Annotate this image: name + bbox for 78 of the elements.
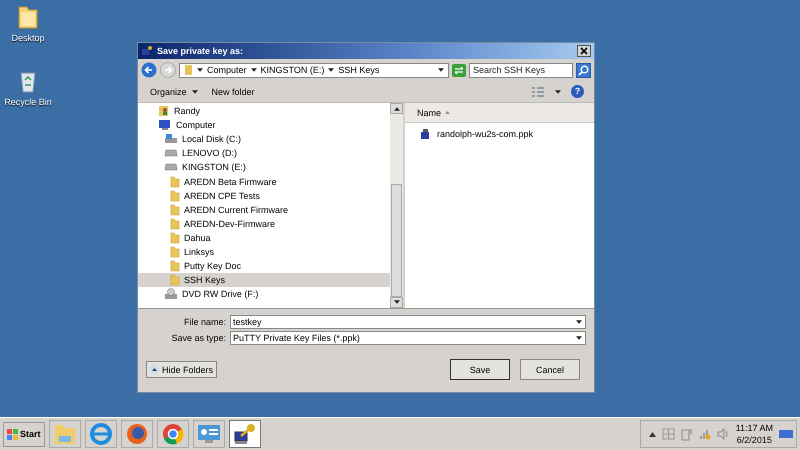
drive-icon <box>164 163 178 172</box>
volume-icon[interactable] <box>716 428 730 440</box>
windows-logo-icon <box>7 428 18 440</box>
caret-icon <box>192 90 198 94</box>
key-computer-icon <box>232 422 258 446</box>
tree-item[interactable]: KINGSTON (E:) <box>138 160 390 174</box>
caret-icon[interactable] <box>197 68 203 72</box>
file-item[interactable]: randolph-wu2s-com.ppk <box>405 123 594 145</box>
browser-e-icon <box>88 422 114 446</box>
tree-item[interactable]: Local Disk (C:) <box>138 132 390 146</box>
folder-icon <box>170 260 180 272</box>
key-file-icon <box>420 128 432 140</box>
desktop-icon-label[interactable]: Desktop <box>11 33 45 43</box>
back-icon[interactable] <box>141 62 157 78</box>
tree-item[interactable]: AREDN CPE Tests <box>138 188 390 203</box>
caret-icon[interactable] <box>250 68 257 72</box>
toolbar-button[interactable]: Organize <box>148 84 200 98</box>
tree-item[interactable]: AREDN-Dev-Firmware <box>138 216 390 231</box>
drive-icon <box>164 149 178 158</box>
chevron-icon[interactable] <box>648 432 656 436</box>
folder-icon <box>170 246 180 258</box>
folder-icon <box>184 64 193 76</box>
forward-icon[interactable] <box>160 62 176 78</box>
down-arrow-icon[interactable] <box>394 300 400 304</box>
folder-icon <box>170 218 180 230</box>
search-field[interactable]: Search SSH Keys <box>469 62 573 78</box>
column-header[interactable]: Name <box>417 108 450 118</box>
refresh-icon[interactable] <box>452 64 466 76</box>
start-button[interactable]: Start <box>3 422 45 446</box>
folder-icon <box>170 274 180 286</box>
tree-item[interactable]: Putty Key Doc <box>138 259 390 274</box>
caret-icon[interactable] <box>438 68 444 72</box>
folder-icon <box>170 232 180 244</box>
help-button[interactable]: ? <box>571 85 584 98</box>
dropdown-arrow-icon <box>576 336 582 340</box>
folder-icon <box>170 204 180 216</box>
up-arrow-icon[interactable] <box>394 106 400 111</box>
tree-item[interactable]: SSH Keys <box>138 273 390 288</box>
scrollbar[interactable] <box>390 103 403 308</box>
desktop-icon-label[interactable]: Recycle Bin <box>4 97 52 107</box>
breadcrumb[interactable]: SSH Keys <box>338 65 380 75</box>
breadcrumb[interactable]: Computer <box>207 65 247 75</box>
tree-item[interactable]: AREDN Current Firmware <box>138 202 390 217</box>
folder-icon <box>170 176 180 188</box>
tree-item[interactable]: Computer <box>138 118 390 132</box>
caret-icon[interactable] <box>328 68 334 72</box>
computer-icon <box>158 119 172 132</box>
key-computer-icon <box>141 45 153 57</box>
taskbar-app[interactable] <box>228 420 261 448</box>
monitor-panel-icon <box>196 422 222 446</box>
tree-item[interactable]: Randy <box>138 104 390 118</box>
file-type-dropdown[interactable]: PuTTY Private Key Files (*.ppk) <box>230 331 586 345</box>
caret-icon[interactable] <box>555 90 561 94</box>
tree-item[interactable]: DVD RW Drive (F:) <box>138 287 390 302</box>
hard-disk-icon <box>164 134 178 144</box>
tree-item[interactable]: LENOVO (D:) <box>138 146 390 160</box>
folder-icon <box>170 190 180 202</box>
tree-item[interactable]: AREDN Beta Firmware <box>138 174 390 189</box>
breadcrumb[interactable]: KINGSTON (E:) <box>260 65 324 75</box>
clock-time[interactable]: 11:17 AM <box>736 422 773 434</box>
dialog-button[interactable]: Cancel <box>520 359 580 380</box>
tree-item[interactable]: Linksys <box>138 244 390 260</box>
search-button[interactable] <box>576 62 591 78</box>
address-bar[interactable]: Computer KINGSTON (E:) SSH Keys <box>179 62 449 78</box>
collapse-arrow-icon <box>150 365 159 374</box>
clock-date[interactable]: 6/2/2015 <box>736 434 772 446</box>
user-folder-icon <box>158 105 170 118</box>
dialog-button[interactable]: Save <box>450 359 510 380</box>
sort-arrow-icon <box>445 111 450 114</box>
toolbar-button[interactable]: New folder <box>210 84 257 98</box>
window-title: Save private key as: <box>157 46 244 56</box>
field-label: Save as type: <box>170 333 226 343</box>
tree-item[interactable]: Dahua <box>138 230 390 245</box>
close-button[interactable] <box>577 45 591 57</box>
field-label: File name: <box>182 317 226 327</box>
hide-folders-button[interactable]: Hide Folders <box>146 361 218 378</box>
view-list-icon[interactable] <box>531 86 545 98</box>
dvd-drive-icon <box>164 288 178 300</box>
